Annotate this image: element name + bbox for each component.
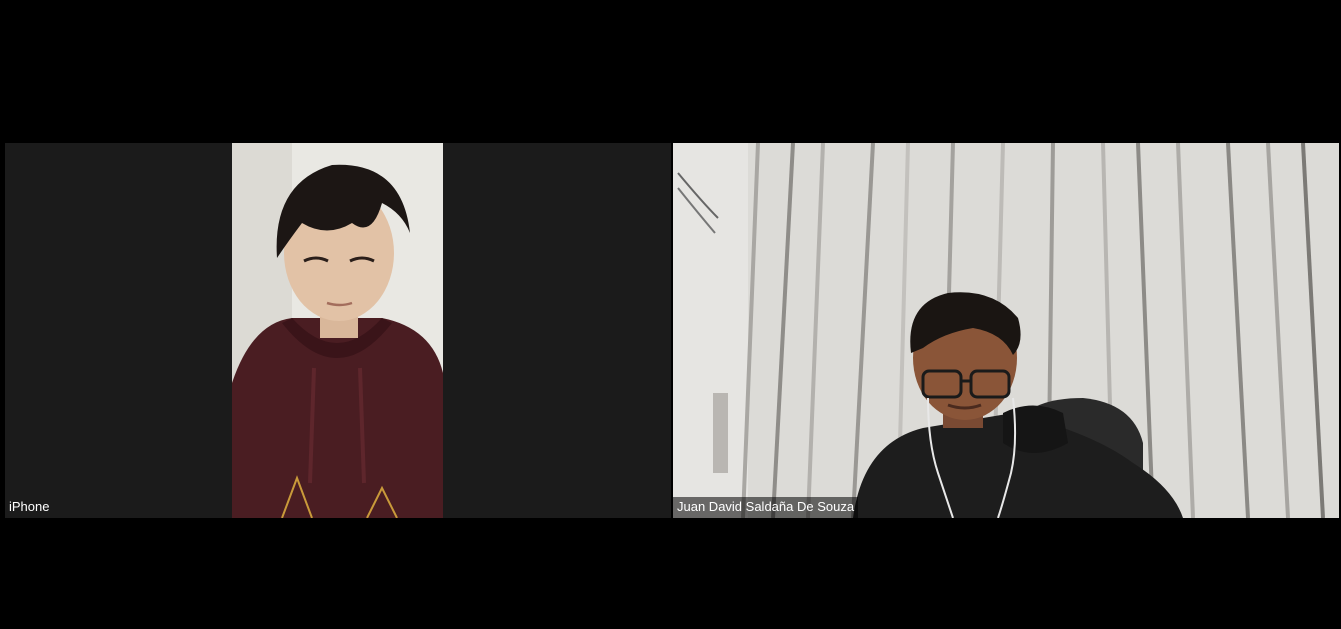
participant-video-juan xyxy=(673,143,1339,518)
video-frame-image xyxy=(673,143,1339,518)
video-frame-image xyxy=(232,143,443,518)
participant-name-label: iPhone xyxy=(9,499,50,514)
participant-tile-juan[interactable]: Juan David Saldaña De Souza xyxy=(673,143,1339,518)
video-grid: iPhone Juan David Saldaña De Souza xyxy=(0,0,1341,629)
participant-video-iphone xyxy=(232,143,443,518)
participant-name-label: Juan David Saldaña De Souza xyxy=(673,497,859,518)
participant-tile-iphone[interactable]: iPhone xyxy=(5,143,671,518)
